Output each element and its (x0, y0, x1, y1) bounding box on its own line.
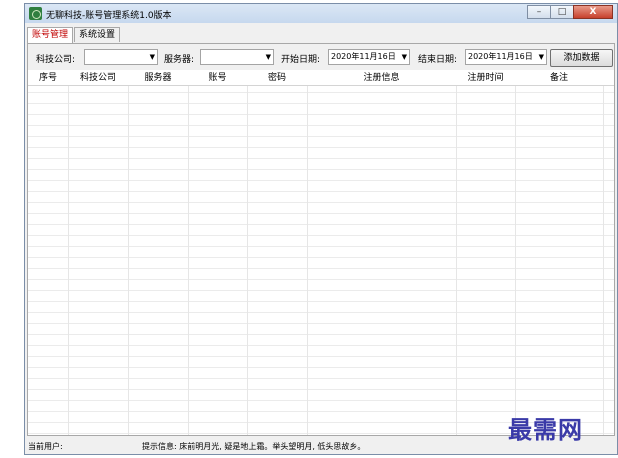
filter-toolbar: 科技公司: ▼ 服务器: ▼ 开始日期: 2020年11月16日 ▼ 结束日期:… (28, 44, 614, 70)
maximize-button[interactable]: □ (550, 5, 574, 19)
status-tip: 提示信息: 床前明月光, 疑是地上霜。举头望明月, 低头思故乡。 (142, 442, 366, 451)
start-date-value: 2020年11月16日 (331, 52, 396, 61)
column-header-registration-time[interactable]: 注册时间 (456, 71, 515, 85)
end-date-value: 2020年11月16日 (468, 52, 533, 61)
column-divider (188, 71, 189, 435)
start-date-label: 开始日期: (281, 55, 321, 65)
tab-account-management[interactable]: 账号管理 (27, 27, 74, 43)
column-header-password[interactable]: 密码 (247, 71, 307, 85)
end-date-label: 结束日期: (418, 55, 458, 65)
column-divider (247, 71, 248, 435)
app-logo-icon (29, 7, 42, 20)
chevron-down-icon: ▼ (538, 53, 544, 61)
add-data-button[interactable]: 添加数据 (550, 49, 613, 67)
current-user-label: 当前用户: (28, 442, 63, 451)
column-divider (128, 71, 129, 435)
tab-system-settings[interactable]: 系统设置 (74, 27, 121, 42)
chevron-down-icon: ▼ (149, 53, 155, 61)
column-header-company[interactable]: 科技公司 (68, 71, 128, 85)
column-divider (603, 71, 604, 435)
server-select[interactable]: ▼ (200, 49, 274, 65)
column-header-server[interactable]: 服务器 (128, 71, 188, 85)
column-divider (307, 71, 308, 435)
column-divider (68, 71, 69, 435)
column-header-remarks[interactable]: 备注 (515, 71, 603, 85)
server-label: 服务器: (164, 55, 195, 65)
chevron-down-icon: ▼ (401, 53, 407, 61)
watermark: 最需网 (508, 415, 583, 444)
column-header-registration-info[interactable]: 注册信息 (307, 71, 456, 85)
minimize-button[interactable]: – (527, 5, 551, 19)
tab-strip: 账号管理 系统设置 (27, 27, 121, 43)
chevron-down-icon: ▼ (265, 53, 271, 61)
window-controls: – □ X (527, 5, 613, 20)
column-divider (456, 71, 457, 435)
end-date-picker[interactable]: 2020年11月16日 ▼ (465, 49, 547, 65)
start-date-picker[interactable]: 2020年11月16日 ▼ (328, 49, 410, 65)
column-divider (515, 71, 516, 435)
account-table[interactable]: 序号 科技公司 服务器 账号 密码 注册信息 注册时间 备注 (28, 71, 614, 435)
close-button[interactable]: X (573, 5, 613, 19)
app-window: 无聊科技-账号管理系统1.0版本 – □ X 账号管理 系统设置 科技公司: ▼… (24, 3, 618, 455)
column-header-index[interactable]: 序号 (28, 71, 68, 85)
company-label: 科技公司: (36, 55, 76, 65)
account-panel: 科技公司: ▼ 服务器: ▼ 开始日期: 2020年11月16日 ▼ 结束日期:… (27, 43, 615, 436)
column-header-account[interactable]: 账号 (188, 71, 247, 85)
title-bar[interactable]: 无聊科技-账号管理系统1.0版本 – □ X (25, 4, 617, 23)
table-header: 序号 科技公司 服务器 账号 密码 注册信息 注册时间 备注 (28, 71, 614, 86)
window-title: 无聊科技-账号管理系统1.0版本 (46, 11, 172, 21)
company-select[interactable]: ▼ (84, 49, 158, 65)
